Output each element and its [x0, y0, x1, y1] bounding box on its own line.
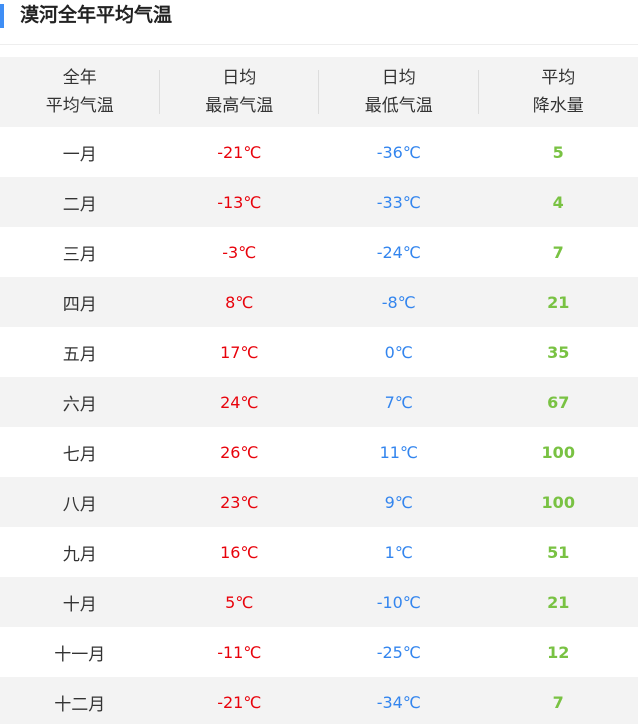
high-temp-cell: 26℃	[220, 442, 259, 462]
rain-cell: 7	[552, 242, 564, 262]
high-temp-cell: -21℃	[217, 692, 262, 712]
table-row: 九月 16℃ 1℃ 51	[0, 527, 638, 577]
table-row: 三月 -3℃ -24℃ 7	[0, 227, 638, 277]
page-title: 漠河全年平均气温	[20, 4, 173, 26]
low-temp-cell: -8℃	[381, 292, 416, 312]
table-row: 十一月 -11℃ -25℃ 12	[0, 627, 638, 677]
high-temp-cell: 16℃	[220, 542, 259, 562]
table-header: 全年 平均气温 日均 最高气温 日均 最低气温 平均 降水量	[0, 57, 638, 127]
title-divider	[0, 44, 638, 45]
header-rain-line2: 降水量	[532, 96, 584, 116]
low-temp-cell: 9℃	[384, 492, 413, 512]
rain-cell: 12	[547, 642, 570, 662]
high-temp-cell: -3℃	[222, 242, 257, 262]
table-row: 十月 5℃ -10℃ 21	[0, 577, 638, 627]
table-row: 七月 26℃ 11℃ 100	[0, 427, 638, 477]
table-row: 二月 -13℃ -33℃ 4	[0, 177, 638, 227]
table-row: 八月 23℃ 9℃ 100	[0, 477, 638, 527]
header-rain-line1: 平均	[541, 68, 576, 88]
low-temp-cell: 0℃	[384, 342, 413, 362]
rain-cell: 21	[547, 592, 570, 612]
header-month: 全年 平均气温	[0, 57, 160, 127]
high-temp-cell: 24℃	[220, 392, 259, 412]
month-cell: 一月	[62, 144, 97, 165]
header-high-line1: 日均	[222, 68, 257, 88]
high-temp-cell: -11℃	[217, 642, 262, 662]
low-temp-cell: -24℃	[376, 242, 421, 262]
month-cell: 六月	[62, 394, 97, 415]
table-row: 六月 24℃ 7℃ 67	[0, 377, 638, 427]
rain-cell: 100	[541, 492, 575, 512]
table-row: 五月 17℃ 0℃ 35	[0, 327, 638, 377]
low-temp-cell: -36℃	[376, 142, 421, 162]
climate-table: 全年 平均气温 日均 最高气温 日均 最低气温 平均 降水量 一月 -21℃ -…	[0, 57, 638, 724]
header-low: 日均 最低气温	[319, 57, 479, 127]
month-cell: 十一月	[54, 644, 106, 665]
month-cell: 九月	[62, 544, 97, 565]
header-month-line1: 全年	[62, 68, 97, 88]
high-temp-cell: 5℃	[225, 592, 254, 612]
high-temp-cell: 8℃	[225, 292, 254, 312]
header-rain: 平均 降水量	[479, 57, 638, 127]
header-high-line2: 最高气温	[205, 96, 274, 116]
month-cell: 五月	[62, 344, 97, 365]
low-temp-cell: -25℃	[376, 642, 421, 662]
title-accent-bar	[0, 4, 4, 28]
month-cell: 十二月	[54, 694, 106, 715]
high-temp-cell: 23℃	[220, 492, 259, 512]
low-temp-cell: -33℃	[376, 192, 421, 212]
month-cell: 十月	[62, 594, 97, 615]
month-cell: 七月	[62, 444, 97, 465]
month-cell: 三月	[62, 244, 97, 265]
rain-cell: 67	[547, 392, 570, 412]
month-cell: 二月	[62, 194, 97, 215]
rain-cell: 7	[552, 692, 564, 712]
header-high: 日均 最高气温	[160, 57, 320, 127]
table-row: 十二月 -21℃ -34℃ 7	[0, 677, 638, 724]
high-temp-cell: 17℃	[220, 342, 259, 362]
low-temp-cell: 7℃	[384, 392, 413, 412]
low-temp-cell: 11℃	[379, 442, 418, 462]
rain-cell: 35	[547, 342, 570, 362]
low-temp-cell: 1℃	[384, 542, 413, 562]
table-row: 一月 -21℃ -36℃ 5	[0, 127, 638, 177]
table-row: 四月 8℃ -8℃ 21	[0, 277, 638, 327]
rain-cell: 100	[541, 442, 575, 462]
rain-cell: 5	[552, 142, 564, 162]
low-temp-cell: -34℃	[376, 692, 421, 712]
month-cell: 八月	[62, 494, 97, 515]
high-temp-cell: -13℃	[217, 192, 262, 212]
header-month-line2: 平均气温	[45, 96, 114, 116]
header-low-line1: 日均	[381, 68, 416, 88]
high-temp-cell: -21℃	[217, 142, 262, 162]
low-temp-cell: -10℃	[376, 592, 421, 612]
header-low-line2: 最低气温	[364, 96, 433, 116]
page: 漠河全年平均气温 全年 平均气温 日均 最高气温 日均 最低气温 平均 降水量 …	[0, 0, 638, 724]
rain-cell: 4	[552, 192, 564, 212]
rain-cell: 51	[547, 542, 570, 562]
month-cell: 四月	[62, 294, 97, 315]
rain-cell: 21	[547, 292, 570, 312]
section-header: 漠河全年平均气温	[0, 0, 638, 45]
